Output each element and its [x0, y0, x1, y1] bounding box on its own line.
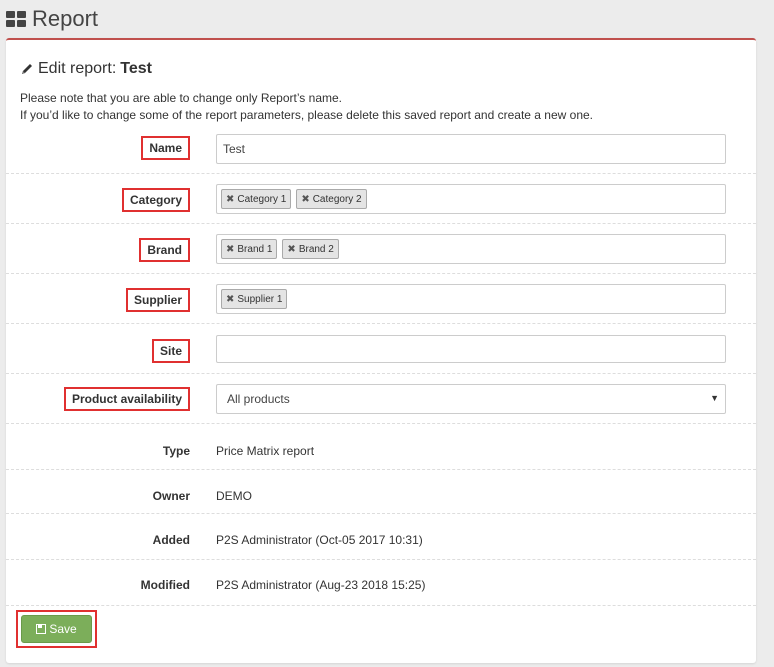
- availability-value: All products: [227, 392, 290, 406]
- type-row: Type Price Matrix report: [6, 424, 756, 470]
- name-input[interactable]: Test: [216, 134, 726, 164]
- brand-row: Brand ✖ Brand 1 ✖ Brand 2: [6, 224, 756, 274]
- brand-tag[interactable]: ✖ Brand 2: [282, 239, 339, 259]
- modified-label: Modified: [140, 578, 190, 592]
- brand-tag[interactable]: ✖ Brand 1: [221, 239, 278, 259]
- site-label: Site: [151, 339, 190, 363]
- report-panel: Edit report: Test Please note that you a…: [6, 38, 756, 663]
- modified-value: P2S Administrator (Aug-23 2018 15:25): [216, 578, 426, 592]
- save-highlight: Save: [16, 610, 97, 648]
- added-row: Added P2S Administrator (Oct-05 2017 10:…: [6, 514, 756, 560]
- name-row: Name Test: [6, 128, 756, 174]
- site-row: Site: [6, 324, 756, 374]
- supplier-tag[interactable]: ✖ Supplier 1: [221, 289, 288, 309]
- modified-row: Modified P2S Administrator (Aug-23 2018 …: [6, 560, 756, 606]
- save-label: Save: [49, 622, 77, 636]
- owner-row: Owner DEMO: [6, 470, 756, 514]
- save-button[interactable]: Save: [21, 615, 92, 643]
- owner-value: DEMO: [216, 489, 252, 503]
- supplier-select[interactable]: ✖ Supplier 1: [216, 284, 726, 314]
- caret-down-icon: ▼: [710, 393, 719, 403]
- grid-icon: [6, 11, 26, 27]
- remove-icon[interactable]: ✖: [287, 244, 295, 255]
- remove-icon[interactable]: ✖: [226, 194, 234, 205]
- remove-icon[interactable]: ✖: [226, 244, 234, 255]
- availability-select[interactable]: All products ▼: [216, 384, 726, 414]
- note-line-2: If you’d like to change some of the repo…: [20, 108, 594, 122]
- floppy-icon: [36, 624, 47, 634]
- page-header: Report: [6, 4, 98, 34]
- added-value: P2S Administrator (Oct-05 2017 10:31): [216, 533, 423, 547]
- note-line-1: Please note that you are able to change …: [20, 91, 342, 105]
- availability-label: Product availability: [63, 387, 190, 411]
- category-tag[interactable]: ✖ Category 1: [221, 189, 292, 209]
- brand-select[interactable]: ✖ Brand 1 ✖ Brand 2: [216, 234, 726, 264]
- category-tag[interactable]: ✖ Category 2: [296, 189, 367, 209]
- added-label: Added: [152, 533, 190, 547]
- type-label: Type: [162, 444, 190, 458]
- brand-label: Brand: [139, 238, 190, 262]
- page-title: Report: [32, 6, 99, 31]
- category-row: Category ✖ Category 1 ✖ Category 2: [6, 174, 756, 224]
- panel-heading: Edit report: Test: [20, 60, 152, 78]
- supplier-label: Supplier: [125, 288, 190, 312]
- category-select[interactable]: ✖ Category 1 ✖ Category 2: [216, 184, 726, 214]
- pencil-icon: [22, 64, 32, 74]
- heading-prefix: Edit report:: [38, 60, 117, 77]
- owner-label: Owner: [152, 489, 190, 503]
- supplier-row: Supplier ✖ Supplier 1: [6, 274, 756, 324]
- availability-row: Product availability All products ▼: [6, 374, 756, 424]
- site-input[interactable]: [216, 335, 726, 363]
- type-value: Price Matrix report: [216, 444, 315, 458]
- name-label: Name: [141, 136, 190, 160]
- category-label: Category: [121, 188, 190, 212]
- heading-report-name: Test: [120, 60, 152, 77]
- remove-icon[interactable]: ✖: [226, 294, 234, 305]
- remove-icon[interactable]: ✖: [301, 194, 309, 205]
